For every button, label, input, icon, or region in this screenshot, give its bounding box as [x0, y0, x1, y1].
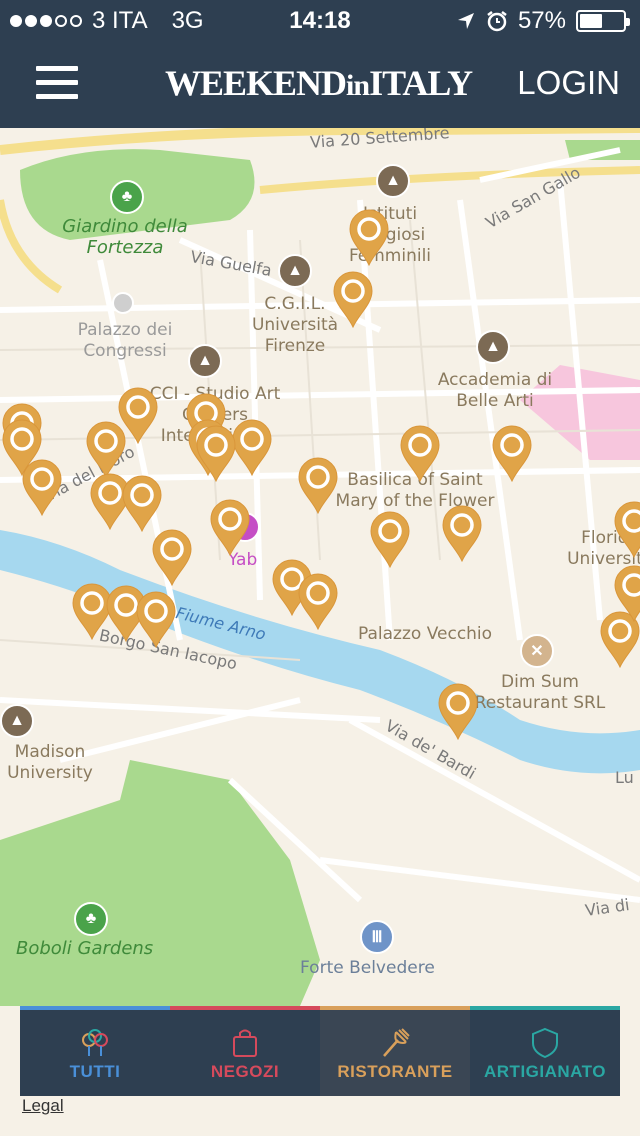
street-label-lu: Lu — [615, 768, 634, 787]
all-pins-icon — [82, 1029, 108, 1056]
tree-icon: ♣ — [110, 180, 144, 214]
place-label-palazzo-vecchio: Palazzo Vecchio — [358, 624, 493, 644]
tab-label: ARTIGIANATO — [484, 1062, 606, 1081]
place-label-madison: Madison University — [7, 742, 93, 783]
tab-label: RISTORANTE — [337, 1062, 453, 1081]
place-label-dim-sum: Dim Sum Restaurant SRL — [474, 672, 606, 713]
map-dot-icon — [112, 292, 134, 314]
tab-color-bar — [20, 1006, 170, 1010]
tab-color-bar — [470, 1006, 620, 1010]
place-label-palazzo-congressi: Palazzo dei Congressi — [77, 320, 173, 361]
restaurant-pin-icon[interactable] — [612, 500, 640, 558]
restaurant-pin-icon[interactable] — [436, 682, 480, 740]
museum-icon: Ⅲ — [360, 920, 394, 954]
graduation-cap-icon: ▲ — [376, 164, 410, 198]
shopping-bag-icon — [233, 1029, 257, 1057]
status-icons: 57% — [456, 7, 630, 35]
restaurant-pin-icon[interactable] — [347, 208, 391, 266]
tab-label: NEGOZI — [210, 1062, 280, 1081]
place-label-giardino: Giardino della Fortezza — [62, 216, 188, 258]
tab-negozi[interactable]: NEGOZI — [170, 1006, 320, 1096]
restaurant-icon: ✕ — [520, 634, 554, 668]
hamburger-menu-icon[interactable] — [36, 66, 78, 100]
restaurant-pin-icon[interactable] — [150, 528, 194, 586]
restaurant-pin-icon[interactable] — [368, 510, 412, 568]
graduation-cap-icon: ▲ — [0, 704, 34, 738]
graduation-cap-icon: ▲ — [476, 330, 510, 364]
restaurant-pin-icon[interactable] — [134, 590, 178, 648]
shield-icon — [532, 1027, 558, 1059]
restaurant-pin-icon[interactable] — [296, 572, 340, 630]
restaurant-pin-icon[interactable] — [296, 456, 340, 514]
app-header: WEEKENDinITALY LOGIN — [0, 40, 640, 128]
graduation-cap-icon: ▲ — [278, 254, 312, 288]
place-label-forte: Forte Belvedere — [300, 958, 435, 978]
restaurant-pin-icon[interactable] — [490, 424, 534, 482]
legal-link[interactable]: Legal — [22, 1096, 64, 1116]
tab-tutti[interactable]: TUTTI — [20, 1006, 170, 1096]
restaurant-pin-icon[interactable] — [20, 458, 64, 516]
location-arrow-icon — [457, 13, 474, 29]
restaurant-pin-icon[interactable] — [120, 474, 164, 532]
battery-icon — [576, 10, 630, 32]
restaurant-pin-icon[interactable] — [331, 270, 375, 328]
restaurant-pin-icon[interactable] — [208, 498, 252, 556]
restaurant-pin-icon[interactable] — [440, 504, 484, 562]
tab-label: TUTTI — [69, 1062, 121, 1081]
alarm-icon — [487, 11, 507, 32]
tab-color-bar — [320, 1006, 470, 1010]
category-tab-bar: TUTTI NEGOZI RISTORANTE ARTIGIANATO — [20, 1006, 620, 1096]
login-button[interactable]: LOGIN — [517, 64, 620, 102]
tree-icon: ♣ — [74, 902, 108, 936]
graduation-cap-icon: ▲ — [188, 344, 222, 378]
fork-icon — [383, 1028, 410, 1057]
restaurant-pin-icon[interactable] — [84, 420, 128, 478]
place-label-accademia: Accademia di Belle Arti — [437, 370, 553, 411]
restaurant-pin-icon[interactable] — [398, 424, 442, 482]
battery-percent: 57% — [517, 7, 566, 34]
tab-ristorante[interactable]: RISTORANTE — [320, 1006, 470, 1096]
tab-color-bar — [170, 1006, 320, 1010]
restaurant-pin-icon[interactable] — [612, 564, 640, 622]
tab-artigianato[interactable]: ARTIGIANATO — [470, 1006, 620, 1096]
brand-logo: WEEKENDinITALY — [165, 63, 473, 103]
place-label-boboli: Boboli Gardens — [16, 938, 154, 959]
status-bar: 3 ITA 3G 14:18 57% — [0, 0, 640, 40]
restaurant-pin-icon[interactable] — [194, 424, 238, 482]
map-view[interactable]: Giardino della Fortezza Istituti Religio… — [0, 128, 640, 1136]
